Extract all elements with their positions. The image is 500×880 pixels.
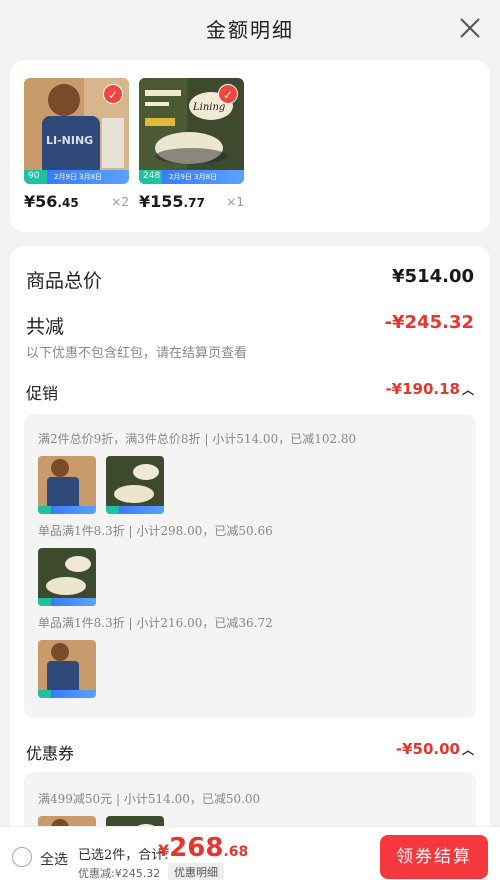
svg-text:Lining: Lining (192, 102, 225, 113)
goods-item-2[interactable]: Lining ✓ 248 2月9日 3月8日 ¥155.77 ×1 (139, 78, 244, 212)
discount-note: 以下优惠不包含红包，请在结算页查看 (26, 346, 248, 361)
page-title: 金额明细 (206, 18, 294, 42)
discount-summary: 优惠减:¥245.32 (78, 867, 161, 880)
goods-item-1[interactable]: LI-NING ✓ 90 2月9日 3月8日 ¥56.45 ×2 (24, 78, 129, 212)
price-row: ¥155.77 ×1 (139, 192, 244, 212)
promo-rule-3: 单品满1件8.3折 | 小计216.00，已减36.72 (38, 616, 273, 630)
tag-date: 2月9日 3月8日 (54, 173, 103, 181)
item-qty: ×1 (226, 195, 244, 209)
selected-check-icon[interactable]: ✓ (218, 84, 238, 104)
tag-number: 90 (28, 171, 40, 181)
total-row: 商品总价 ¥514.00 (26, 266, 474, 292)
tag-date: 2月9日 3月8日 (169, 173, 218, 181)
mini-shoe-image (106, 456, 164, 514)
checkout-button[interactable]: 领券结算 (380, 835, 488, 879)
promo-value[interactable]: -¥190.18 ︿ (385, 380, 474, 398)
mini-shirt-image (38, 456, 96, 514)
promo-rule-1: 满2件总价9折，满3件总价8折 | 小计514.00，已减102.80 (38, 432, 357, 446)
selected-info: 已选2件，合计: (78, 848, 169, 863)
promo-tag: 248 2月9日 3月8日 (139, 170, 244, 184)
promo-detail-box: 满2件总价9折，满3件总价8折 | 小计514.00，已减102.80 单品满1… (24, 414, 476, 718)
close-icon[interactable] (458, 16, 482, 40)
amount-detail-card: 商品总价 ¥514.00 共减 -¥245.32 以下优惠不包含红包，请在结算页… (10, 246, 490, 880)
chevron-up-icon: ︿ (461, 743, 474, 757)
total-amount: ¥268.68 (158, 833, 249, 863)
coupon-value[interactable]: -¥50.00 ︿ (396, 740, 474, 758)
total-label: 商品总价 (26, 270, 103, 292)
svg-text:LI-NING: LI-NING (46, 134, 93, 147)
item-price: ¥56.45 (24, 192, 79, 211)
promo-row[interactable]: 促销 -¥190.18 ︿ (26, 380, 474, 403)
discount-detail-button[interactable]: 优惠明细 (168, 863, 224, 880)
discount-row: 共减 -¥245.32 (26, 312, 474, 338)
coupon-rule: 满499减50元 | 小计514.00，已减50.00 (38, 792, 261, 806)
select-all-label[interactable]: 全选 (40, 849, 68, 869)
discount-value: -¥245.32 (384, 312, 474, 333)
promo-tag: 90 2月9日 3月8日 (24, 170, 129, 184)
promo-rule-2: 单品满1件8.3折 | 小计298.00，已减50.66 (38, 524, 273, 538)
mini-shirt-image (38, 640, 96, 698)
selected-check-icon[interactable]: ✓ (103, 84, 123, 104)
product-image-shoe[interactable]: Lining ✓ 248 2月9日 3月8日 (139, 78, 244, 184)
product-image-shirt[interactable]: LI-NING ✓ 90 2月9日 3月8日 (24, 78, 129, 184)
tag-number: 248 (143, 171, 161, 181)
checkout-bar: 全选 已选2件，合计: ¥268.68 优惠减:¥245.32 优惠明细 领券结… (0, 826, 500, 880)
select-all-radio[interactable] (12, 847, 32, 867)
price-row: ¥56.45 ×2 (24, 192, 129, 212)
goods-card: LI-NING ✓ 90 2月9日 3月8日 ¥56.45 ×2 Lining (10, 60, 490, 232)
item-qty: ×2 (111, 195, 129, 209)
item-price: ¥155.77 (139, 192, 205, 211)
total-value: ¥514.00 (392, 266, 474, 287)
coupon-label: 优惠券 (26, 744, 75, 763)
chevron-up-icon: ︿ (461, 383, 474, 397)
promo-label: 促销 (26, 384, 59, 403)
modal-header: 金额明细 (0, 0, 500, 58)
mini-shoe-image (38, 548, 96, 606)
discount-label: 共减 (26, 316, 65, 338)
coupon-row[interactable]: 优惠券 -¥50.00 ︿ (26, 740, 474, 763)
